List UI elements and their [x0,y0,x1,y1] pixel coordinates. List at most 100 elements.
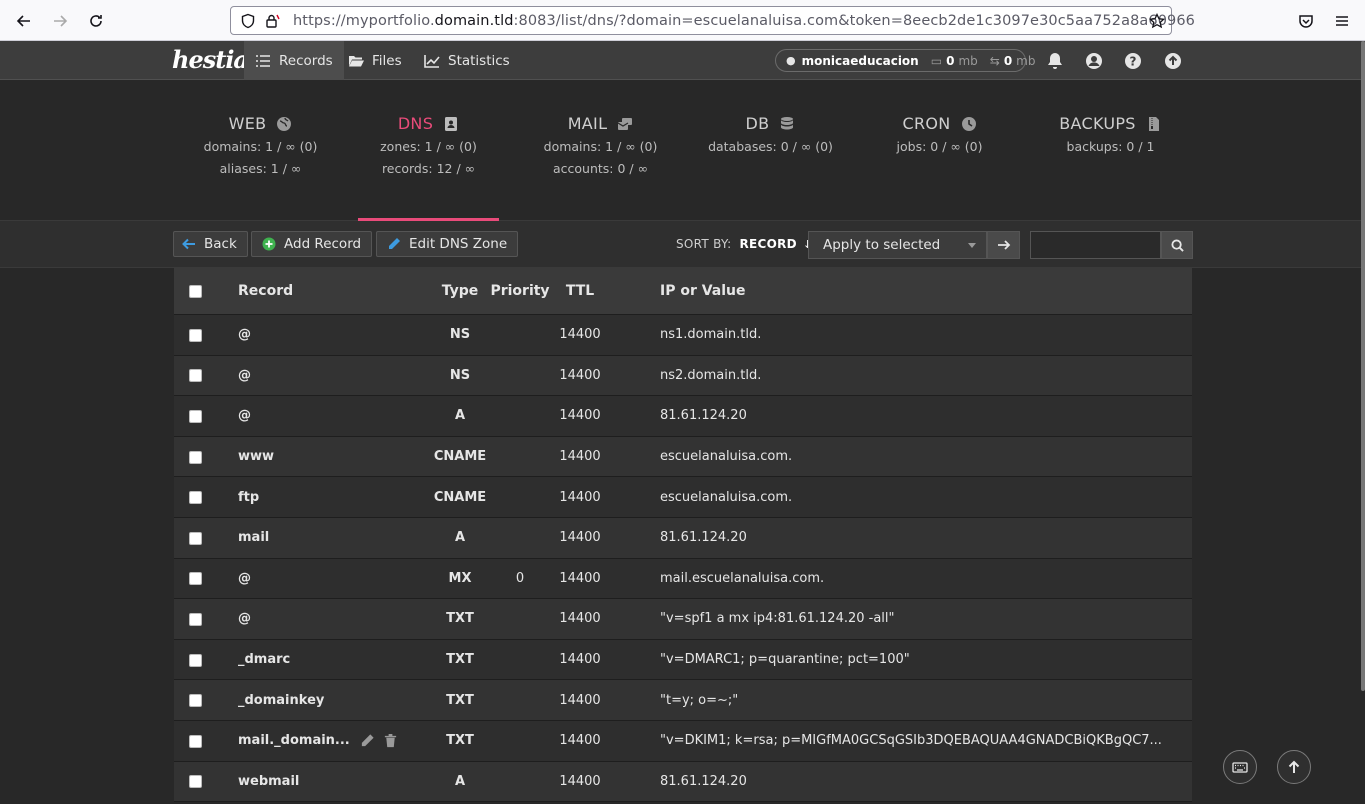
record-name[interactable]: _dmarc [238,640,290,680]
row-checkbox[interactable] [189,734,202,748]
header-record[interactable]: Record [238,268,293,314]
header-type[interactable]: Type [424,268,496,314]
search-button[interactable] [1161,231,1193,259]
nav-statistics[interactable]: Statistics [424,41,510,80]
star-icon[interactable] [1149,13,1165,29]
edit-dns-zone-button[interactable]: Edit DNS Zone [376,231,519,257]
forward-arrow-icon[interactable] [47,8,73,34]
menu-icon[interactable] [1329,8,1355,34]
row-actions [360,721,398,761]
table-row[interactable]: @ MX 0 14400 mail.escuelanaluisa.com. [174,558,1192,600]
nav-files[interactable]: Files [348,41,402,80]
record-name[interactable]: mail [238,518,269,558]
stat-mail-line2: accounts: 0 / ∞ [552,161,649,176]
table-row[interactable]: @ A 14400 81.61.124.20 [174,396,1192,437]
record-value: "t=y; o=~;" [660,692,739,708]
help-icon[interactable]: ? [1123,51,1143,71]
back-button-label: Back [204,236,237,252]
select-all-checkbox[interactable] [189,285,202,298]
table-row[interactable]: webmail A 14400 81.61.124.20 [174,761,1192,803]
user-circle-icon[interactable] [1084,51,1104,71]
scroll-top-button[interactable] [1277,750,1311,784]
url-text[interactable]: https://myportfolio.domain.tld:8083/list… [293,13,1195,29]
folder-open-icon [349,55,364,66]
row-checkbox[interactable] [189,612,202,626]
table-row[interactable]: _dmarc TXT 14400 "v=DMARC1; p=quarantine; p… [174,639,1192,681]
record-ttl: 14400 [559,652,601,668]
record-name[interactable]: webmail [238,762,299,802]
sort-by[interactable]: SORT BY:RECORD ↓↑ [676,237,822,251]
bell-icon[interactable] [1045,51,1065,71]
table-row[interactable]: mail._domain... TXT 14400 "v=DKIM1; k=rsa; … [174,720,1192,762]
table-row[interactable]: mail A 14400 81.61.124.20 [174,517,1192,559]
record-name[interactable]: ftp [238,477,259,517]
keyboard-shortcuts-button[interactable] [1223,750,1257,784]
stat-cron[interactable]: CRON jobs: 0 / ∞ (0) [869,80,1010,221]
back-button[interactable]: Back [173,231,248,257]
stat-db[interactable]: DB databases: 0 / ∞ (0) [700,80,841,221]
record-type: TXT [446,652,474,668]
row-checkbox[interactable] [189,694,202,708]
shield-icon[interactable] [240,13,256,29]
header-ttl[interactable]: TTL [550,268,610,314]
row-checkbox[interactable] [189,775,202,789]
trash-icon[interactable] [383,733,398,748]
record-name[interactable]: @ [238,356,251,396]
row-checkbox[interactable] [189,653,202,667]
header-value[interactable]: IP or Value [660,268,746,314]
dns-records-table: Record Type Priority TTL IP or Value @ NS… [174,268,1192,804]
table-row[interactable]: www CNAME 14400 escuelanaluisa.com. [174,436,1192,478]
table-row[interactable]: @ TXT 14400 "v=spf1 a mx ip4:81.61.124.20 -… [174,599,1192,640]
record-name[interactable]: mail._domain... [238,721,350,761]
record-ttl: 14400 [559,773,601,789]
record-value: 81.61.124.20 [660,773,747,789]
record-priority [492,477,548,517]
table-row[interactable]: @ NS 14400 ns2.domain.tld. [174,355,1192,397]
scrollbar[interactable] [1361,41,1365,691]
record-name[interactable]: @ [238,315,251,355]
record-value: "v=spf1 a mx ip4:81.61.124.20 -all" [660,611,895,627]
url-bar[interactable]: https://myportfolio.domain.tld:8083/list… [230,6,1195,35]
lock-warning-icon[interactable] [264,13,280,29]
add-record-button[interactable]: Add Record [251,231,373,257]
header-priority[interactable]: Priority [490,268,549,314]
reload-icon[interactable] [83,8,109,34]
table-row[interactable]: @ NS 14400 ns1.domain.tld. [174,315,1192,356]
row-checkbox[interactable] [189,572,202,586]
hestia-logo[interactable]: hestia [172,45,249,74]
address-book-icon [445,116,458,131]
table-row[interactable]: ftp CNAME 14400 escuelanaluisa.com. [174,477,1192,518]
record-priority [492,599,548,639]
stat-web[interactable]: WEB domains: 1 / ∞ (0) aliases: 1 / ∞ [190,80,331,221]
search-input[interactable] [1030,231,1161,259]
record-name[interactable]: @ [238,396,251,436]
stat-backups-title: BACKUPS [1059,114,1136,133]
row-checkbox[interactable] [189,409,202,423]
row-checkbox[interactable] [189,450,202,464]
record-name[interactable]: @ [238,559,251,599]
stat-backups[interactable]: BACKUPS backups: 0 / 1 [1040,80,1181,221]
row-checkbox[interactable] [189,328,202,342]
record-name[interactable]: www [238,437,274,477]
record-type: CNAME [433,449,487,465]
action-toolbar: Back Add Record Edit DNS Zone SORT BY: RE… [0,221,1365,268]
update-arrow-icon[interactable] [1163,51,1183,71]
bulk-action-select[interactable]: Apply to selected [808,231,987,259]
table-row[interactable]: _domainkey TXT 14400 "t=y; o=~;" [174,680,1192,721]
pencil-icon[interactable] [360,733,375,748]
record-type: TXT [446,692,474,708]
stat-dns[interactable]: DNS zones: 1 / ∞ (0) records: 12 / ∞ [358,80,499,222]
pocket-icon[interactable] [1293,8,1319,34]
row-checkbox[interactable] [189,369,202,383]
nav-records[interactable]: Records [244,41,344,80]
row-checkbox[interactable] [189,531,202,545]
apply-button[interactable] [987,231,1020,259]
back-arrow-icon[interactable] [11,8,37,34]
caret-down-icon [968,243,976,248]
stat-mail[interactable]: MAIL domains: 1 / ∞ (0) accounts: 0 / ∞ [530,80,671,221]
record-name[interactable]: _domainkey [238,680,324,720]
user-usage-pill[interactable]: ● monicaeducacion ▭ 0 mb ⇆ 0 mb [775,49,1035,72]
sort-by-label: SORT BY: [676,237,732,251]
row-checkbox[interactable] [189,491,202,505]
record-name[interactable]: @ [238,599,251,639]
